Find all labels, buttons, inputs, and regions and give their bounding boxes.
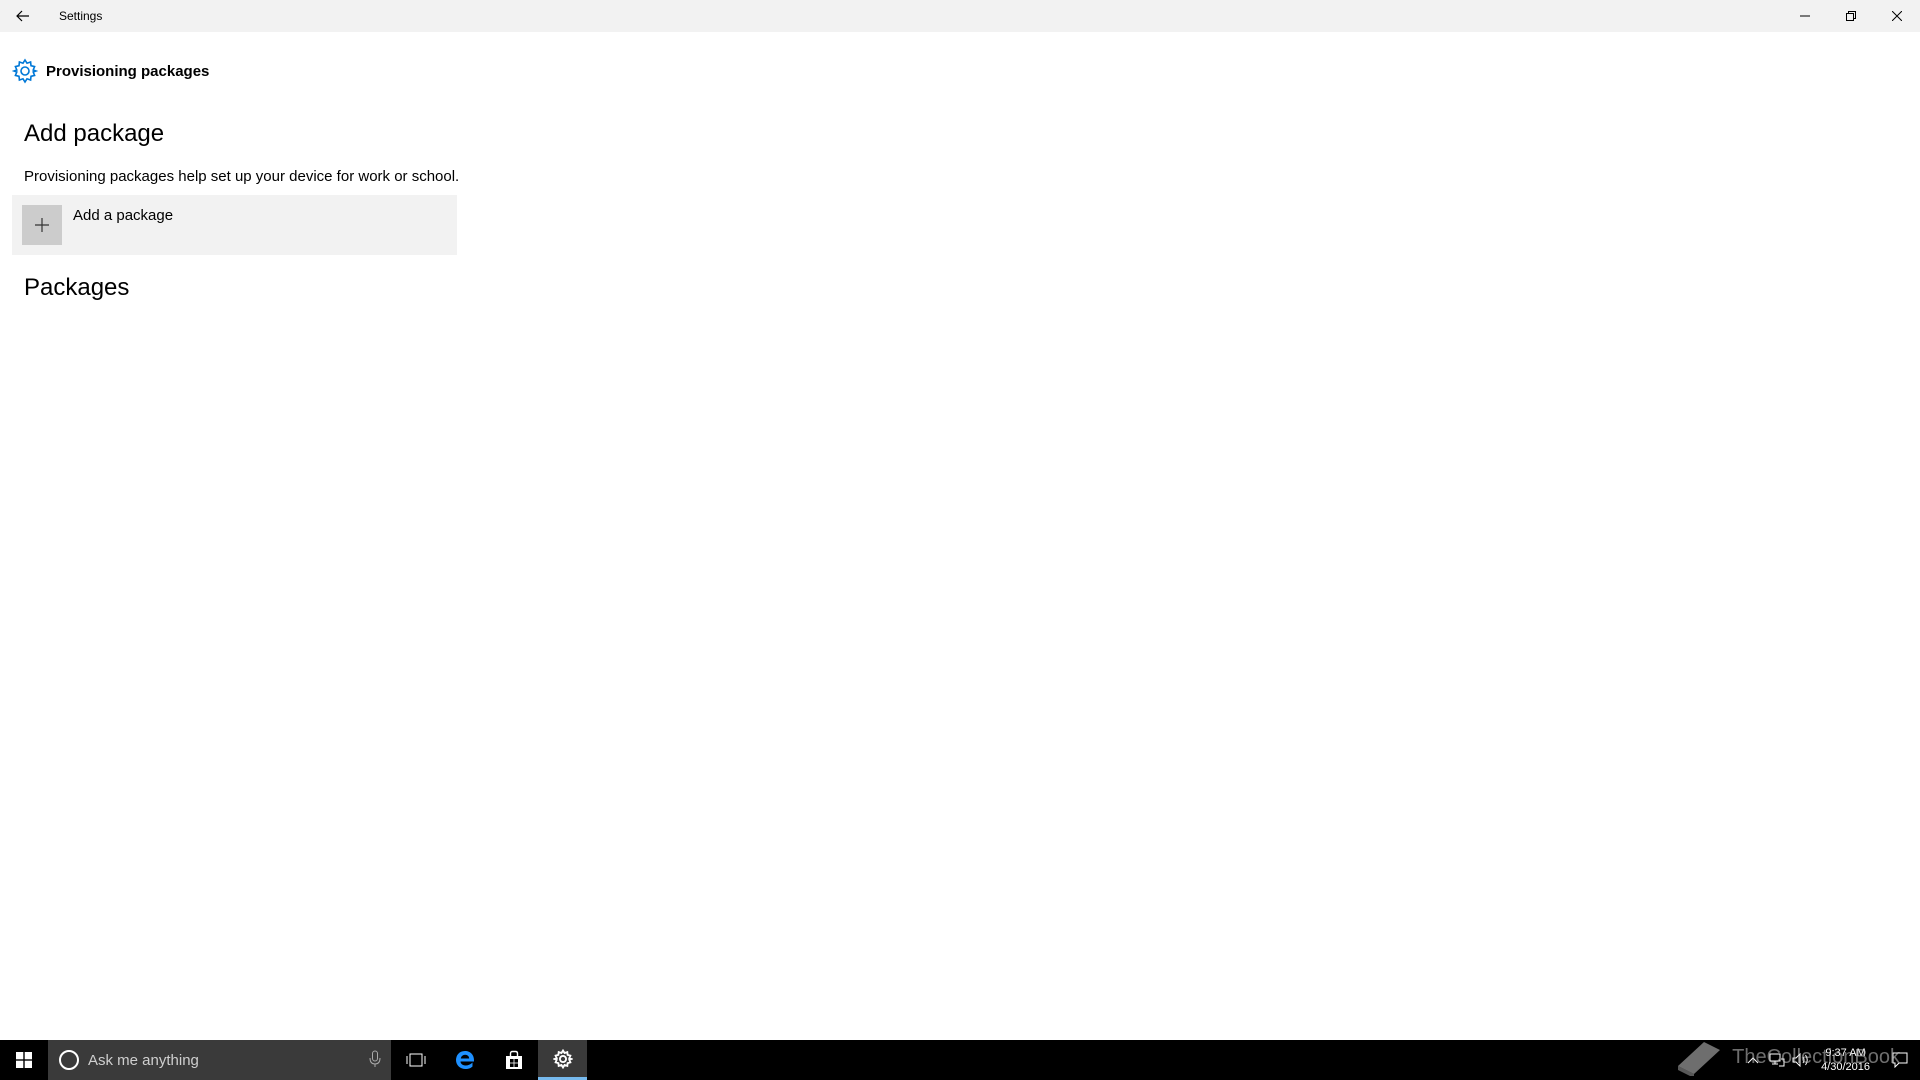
edge-button[interactable] — [440, 1040, 489, 1080]
title-bar: Settings — [0, 0, 1920, 32]
clock-date: 4/30/2016 — [1821, 1061, 1870, 1073]
start-button[interactable] — [0, 1040, 48, 1080]
network-icon — [1769, 1053, 1785, 1067]
restore-button[interactable] — [1828, 0, 1874, 32]
description-text: Provisioning packages help set up your d… — [24, 168, 460, 185]
show-hidden-icons-button[interactable] — [1741, 1040, 1765, 1080]
plus-icon — [35, 218, 49, 232]
minimize-button[interactable] — [1782, 0, 1828, 32]
close-icon — [1892, 11, 1902, 21]
store-icon — [505, 1050, 522, 1069]
network-button[interactable] — [1765, 1040, 1789, 1080]
search-box[interactable]: Ask me anything — [48, 1040, 391, 1080]
search-placeholder: Ask me anything — [88, 1051, 199, 1069]
back-button[interactable] — [0, 0, 46, 32]
volume-button[interactable] — [1789, 1040, 1813, 1080]
volume-icon — [1792, 1053, 1808, 1067]
action-center-button[interactable] — [1880, 1040, 1920, 1080]
store-button[interactable] — [489, 1040, 538, 1080]
minimize-icon — [1800, 15, 1810, 17]
page-title: Provisioning packages — [46, 62, 210, 80]
settings-icon — [552, 1048, 573, 1069]
add-package-label: Add a package — [73, 207, 174, 224]
packages-heading: Packages — [24, 274, 130, 301]
window-controls — [1782, 0, 1920, 32]
taskbar: Ask me anything 9:37 AM 4/30/2016 — [0, 1040, 1920, 1080]
system-tray: 9:37 AM 4/30/2016 — [1741, 1040, 1920, 1080]
clock[interactable]: 9:37 AM 4/30/2016 — [1821, 1046, 1870, 1074]
add-package-heading: Add package — [24, 120, 165, 147]
window-title: Settings — [59, 9, 103, 23]
add-package-button[interactable]: Add a package — [12, 195, 457, 255]
windows-logo-icon — [16, 1052, 32, 1068]
microphone-icon[interactable] — [369, 1050, 381, 1068]
page-header: Provisioning packages — [12, 58, 209, 84]
chevron-up-icon — [1747, 1057, 1759, 1064]
notification-icon — [1892, 1052, 1908, 1068]
cortana-icon — [59, 1050, 79, 1070]
restore-icon — [1846, 11, 1856, 21]
task-view-button[interactable] — [391, 1040, 440, 1080]
gear-icon — [12, 58, 38, 84]
task-view-icon — [406, 1053, 425, 1067]
settings-taskbar-button[interactable] — [538, 1040, 587, 1080]
clock-time: 9:37 AM — [1825, 1047, 1866, 1059]
plus-tile — [22, 205, 62, 245]
close-button[interactable] — [1874, 0, 1920, 32]
back-arrow-icon — [16, 10, 29, 22]
edge-icon — [455, 1051, 474, 1069]
